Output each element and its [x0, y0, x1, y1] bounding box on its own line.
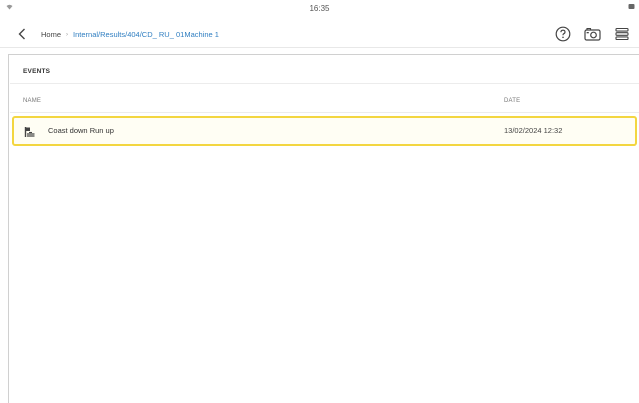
events-panel — [8, 54, 639, 403]
help-button[interactable] — [553, 24, 573, 44]
header-divider — [10, 112, 639, 113]
menu-icon — [615, 27, 629, 41]
column-header-name[interactable]: NAME — [23, 98, 41, 104]
event-row[interactable]: Coast down Run up 13/02/2024 12:32 — [12, 116, 637, 146]
status-bar: 16:35 — [0, 0, 639, 20]
column-header-date[interactable]: DATE — [504, 98, 520, 104]
camera-button[interactable] — [582, 24, 602, 44]
breadcrumb-path-link[interactable]: Internal/Results/404/CD_ RU_ 01Machine 1 — [73, 30, 219, 39]
breadcrumb: Home › Internal/Results/404/CD_ RU_ 01Ma… — [41, 30, 219, 39]
help-icon — [555, 26, 571, 42]
header-bar: Home › Internal/Results/404/CD_ RU_ 01Ma… — [0, 20, 639, 48]
chevron-left-icon — [18, 28, 25, 40]
event-date: 13/02/2024 12:32 — [504, 126, 563, 135]
menu-button[interactable] — [612, 24, 632, 44]
event-name: Coast down Run up — [48, 126, 114, 135]
camera-icon — [583, 27, 601, 41]
event-icon — [24, 125, 36, 137]
breadcrumb-home-link[interactable]: Home — [41, 30, 61, 39]
back-button[interactable] — [14, 25, 30, 43]
breadcrumb-separator: › — [66, 31, 69, 38]
title-divider — [10, 83, 639, 84]
battery-icon — [628, 3, 635, 12]
status-time: 16:35 — [309, 4, 330, 13]
events-title: EVENTS — [23, 68, 51, 75]
